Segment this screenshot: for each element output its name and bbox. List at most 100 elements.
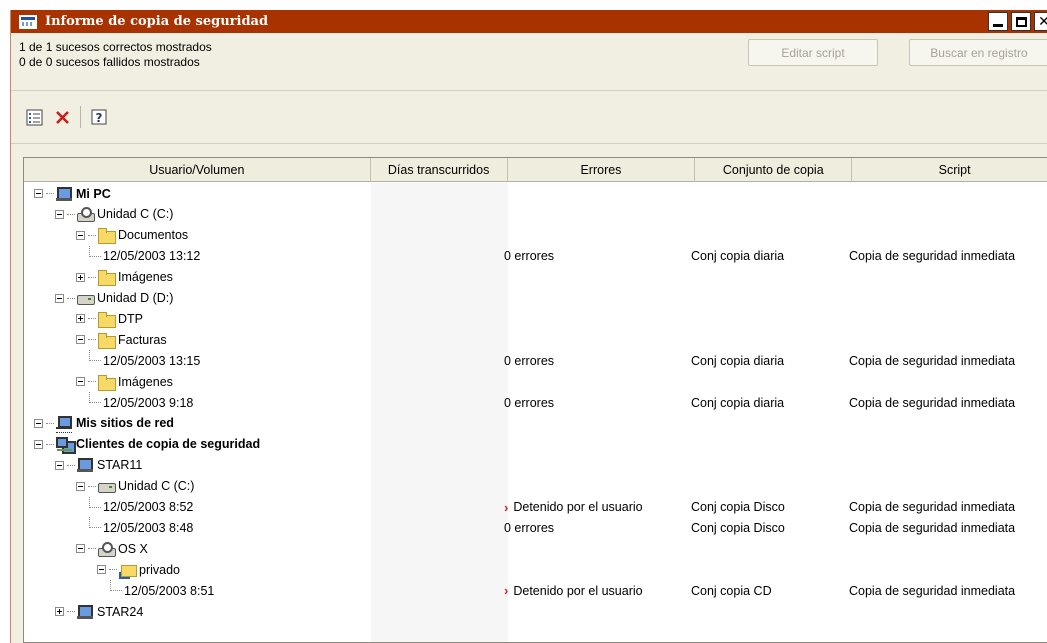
tree-node: Unidad C (C:) <box>55 204 173 225</box>
tree-connector <box>88 318 96 320</box>
backup-set-cell: Conj copia diaria <box>691 353 785 368</box>
errors-text: Detenido por el usuario <box>513 500 643 514</box>
backup-set-cell: Conj copia diaria <box>691 249 785 264</box>
tree-connector <box>88 381 96 383</box>
tree-connector <box>67 213 75 215</box>
tree-node: 12/05/2003 13:15 <box>89 350 201 371</box>
expand-toggle[interactable] <box>76 272 85 282</box>
tree-node-label: STAR11 <box>97 458 143 473</box>
table-row[interactable]: STAR11 <box>24 455 1047 476</box>
script-cell: Copia de seguridad inmediata <box>849 353 1016 368</box>
tree-node: STAR11 <box>55 455 142 476</box>
tree-node-label: 12/05/2003 13:15 <box>103 353 201 368</box>
title-bar[interactable]: Informe de copia de seguridad ✕ <box>11 10 1047 33</box>
table-row[interactable]: OS X <box>24 538 1047 559</box>
collapse-toggle[interactable] <box>76 544 85 554</box>
collapse-toggle[interactable] <box>76 230 85 240</box>
search-log-button[interactable]: Buscar en registro <box>909 39 1047 66</box>
help-icon[interactable]: ? <box>88 106 110 128</box>
column-header-script[interactable]: Script <box>852 158 1047 182</box>
delete-icon[interactable] <box>51 106 73 128</box>
status-summary: 1 de 1 sucesos correctos mostrados 0 de … <box>19 40 212 70</box>
table-row[interactable]: Mi PC <box>24 183 1047 204</box>
collapse-toggle[interactable] <box>34 439 43 449</box>
list-header: Usuario/Volumen Días transcurridos Error… <box>24 158 1047 182</box>
tree-node: Clientes de copia de seguridad <box>34 434 260 455</box>
script-cell: Copia de seguridad inmediata <box>849 520 1016 535</box>
tree-node: 12/05/2003 8:52 <box>89 496 194 518</box>
tree-node: Imágenes <box>76 267 173 288</box>
properties-icon[interactable] <box>23 106 45 128</box>
collapse-toggle[interactable] <box>76 481 85 491</box>
pc-icon <box>77 458 94 473</box>
tree-node: OS X <box>76 538 148 559</box>
table-row[interactable]: Unidad C (C:) <box>24 204 1047 225</box>
collapse-toggle[interactable] <box>55 209 64 219</box>
tree-node-label: Mis sitios de red <box>76 416 174 431</box>
table-row[interactable]: 12/05/2003 8:48 0 errores Conj copia Disco… <box>24 517 1047 538</box>
close-button[interactable]: ✕ <box>1034 12 1047 31</box>
column-header-backup-set[interactable]: Conjunto de copia <box>695 158 853 182</box>
clients-icon <box>56 437 73 452</box>
table-row[interactable]: 12/05/2003 8:51 › Detenido por el usuario C… <box>24 580 1047 601</box>
tree-connector <box>46 422 54 424</box>
folder-icon <box>98 332 116 349</box>
tree-node-label: Imágenes <box>118 374 173 389</box>
maximize-button[interactable] <box>1011 12 1031 31</box>
minimize-icon <box>993 24 1003 27</box>
table-row[interactable]: 12/05/2003 13:12 0 errores Conj copia diar… <box>24 245 1047 267</box>
table-row[interactable]: Mis sitios de red <box>24 413 1047 434</box>
collapse-toggle[interactable] <box>34 189 43 198</box>
table-row[interactable]: Documentos <box>24 225 1047 246</box>
table-row[interactable]: Facturas <box>24 329 1047 350</box>
table-row[interactable]: Clientes de copia de seguridad <box>24 434 1047 455</box>
table-row[interactable]: STAR24 <box>24 601 1047 622</box>
collapse-toggle[interactable] <box>34 418 43 428</box>
tree-connector <box>67 297 75 299</box>
collapse-toggle[interactable] <box>55 293 64 303</box>
table-row[interactable]: 12/05/2003 8:52 › Detenido por el usuario C… <box>24 496 1047 518</box>
tree-node: 12/05/2003 13:12 <box>89 245 200 267</box>
errors-cell: 0 errores <box>504 350 554 371</box>
report-icon <box>19 14 37 29</box>
backup-report-list[interactable]: Usuario/Volumen Días transcurridos Error… <box>23 157 1047 643</box>
table-row[interactable]: privado <box>24 559 1047 580</box>
tree-node-label: 12/05/2003 9:18 <box>103 395 194 410</box>
table-row[interactable]: Unidad C (C:) <box>24 476 1047 497</box>
netdrive-icon <box>98 541 116 557</box>
collapse-toggle[interactable] <box>76 335 85 345</box>
script-cell: Copia de seguridad inmediata <box>849 249 1016 264</box>
tree-connector <box>89 350 101 362</box>
table-row[interactable]: Imágenes <box>24 371 1047 392</box>
column-header-days-elapsed[interactable]: Días transcurridos <box>371 158 508 182</box>
collapse-toggle[interactable] <box>97 565 106 575</box>
errors-text: 0 errores <box>504 353 555 368</box>
tree-node: Mi PC <box>34 183 111 204</box>
column-header-errors[interactable]: Errores <box>508 158 696 182</box>
tree-connector <box>46 443 54 445</box>
edit-script-button[interactable]: Editar script <box>748 39 878 66</box>
errors-cell: 0 errores <box>504 517 554 538</box>
expand-toggle[interactable] <box>55 607 64 616</box>
tree-node-label: Unidad C (C:) <box>97 207 174 222</box>
column-header-user-volume[interactable]: Usuario/Volumen <box>24 158 371 182</box>
errors-text: Detenido por el usuario <box>513 583 643 598</box>
tree-node-label: 12/05/2003 8:51 <box>124 583 215 598</box>
tree-node-label: 12/05/2003 8:52 <box>103 500 194 514</box>
table-row[interactable]: Imágenes <box>24 267 1047 288</box>
table-row[interactable]: DTP <box>24 308 1047 329</box>
tree-node-label: 12/05/2003 8:48 <box>103 520 194 535</box>
toolbar-separator <box>80 106 81 128</box>
tree-node: 12/05/2003 8:48 <box>89 517 194 538</box>
backup-report-window: Informe de copia de seguridad ✕ 1 de 1 s… <box>10 10 1047 643</box>
collapse-toggle[interactable] <box>55 460 64 470</box>
minimize-button[interactable] <box>988 12 1008 31</box>
expand-toggle[interactable] <box>76 314 85 324</box>
table-row[interactable]: Unidad D (D:) <box>24 288 1047 309</box>
tree-node-label: Unidad D (D:) <box>97 291 174 305</box>
table-row[interactable]: 12/05/2003 13:15 0 errores Conj copia diar… <box>24 350 1047 371</box>
tree-node-label: Facturas <box>118 332 167 347</box>
pc-icon <box>77 604 94 619</box>
collapse-toggle[interactable] <box>76 377 85 387</box>
table-row[interactable]: 12/05/2003 9:18 0 errores Conj copia diari… <box>24 392 1047 413</box>
